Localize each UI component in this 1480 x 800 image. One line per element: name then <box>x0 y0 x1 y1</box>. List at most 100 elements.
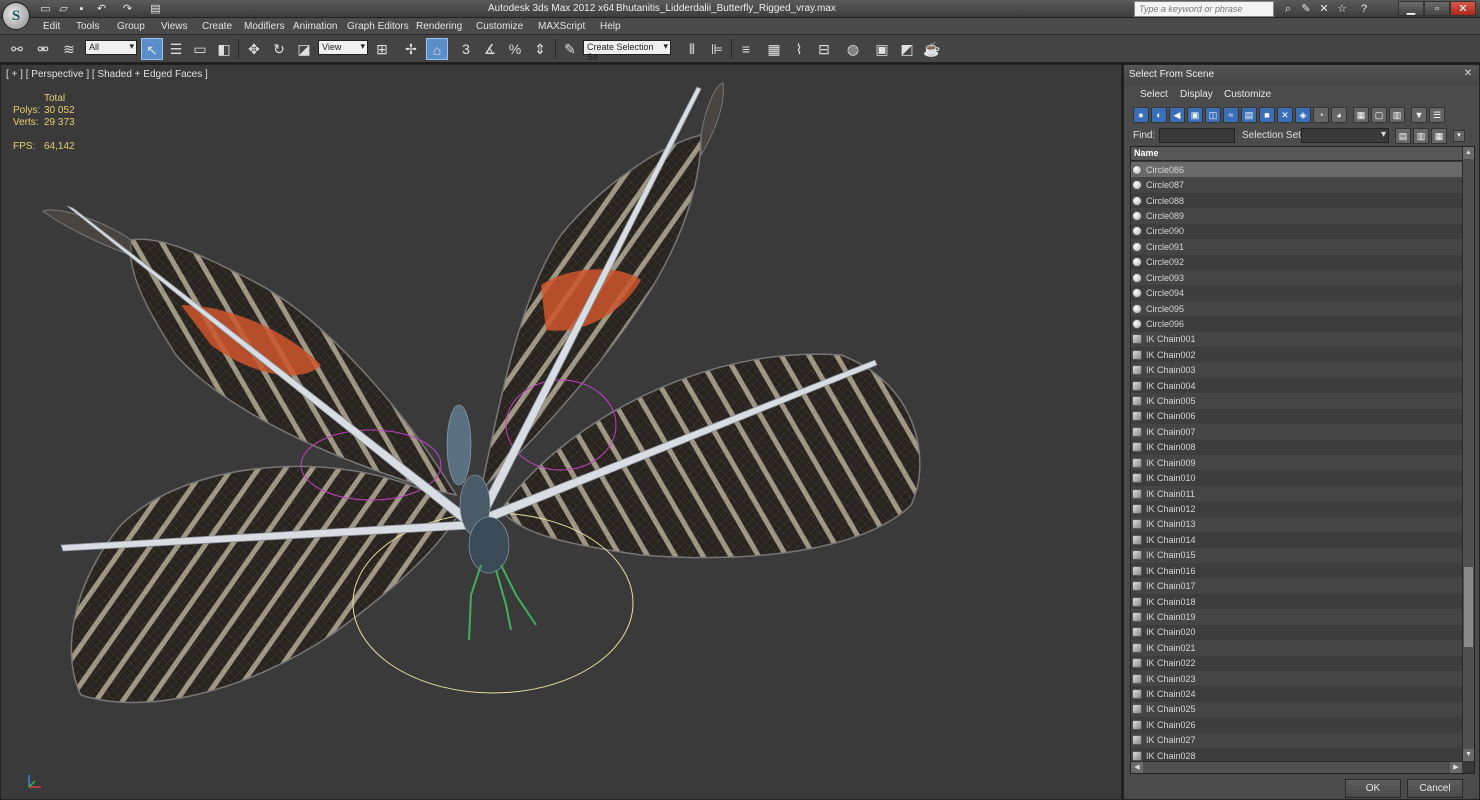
align-icon[interactable]: ⊫ <box>706 38 728 60</box>
menu-create[interactable]: Create <box>202 21 232 32</box>
render-setup-icon[interactable]: ▣ <box>871 38 893 60</box>
subscription-icon[interactable]: ✕ <box>1316 2 1332 16</box>
list-item[interactable]: IK Chain024 <box>1131 686 1462 702</box>
rectangular-selection-icon[interactable]: ▭ <box>189 38 211 60</box>
rotate-icon[interactable]: ↻ <box>268 38 290 60</box>
menu-modifiers[interactable]: Modifiers <box>244 21 285 32</box>
list-item[interactable]: Circle091 <box>1131 239 1462 255</box>
app-logo[interactable]: S <box>2 2 30 30</box>
filter-funnel-icon[interactable]: ▼ <box>1411 107 1427 123</box>
dialog-menu-customize[interactable]: Customize <box>1224 89 1271 100</box>
schematic-view-icon[interactable]: ⊟ <box>813 38 835 60</box>
filter-lights-icon[interactable]: ◀ <box>1169 107 1185 123</box>
bind-space-warp-icon[interactable]: ≋ <box>58 38 80 60</box>
new-file-icon[interactable]: ▭ <box>38 2 53 16</box>
open-file-icon[interactable]: ▱ <box>56 2 71 16</box>
filter-frozen-icon[interactable]: ◔ <box>1313 107 1329 123</box>
find-input[interactable] <box>1159 128 1235 143</box>
menu-rendering[interactable]: Rendering <box>416 21 462 32</box>
butterfly-model[interactable] <box>1 65 1122 800</box>
menu-customize[interactable]: Customize <box>476 21 523 32</box>
filter-groups-icon[interactable]: ▤ <box>1241 107 1257 123</box>
unlink-icon[interactable]: ⚮ <box>32 38 54 60</box>
spinner-snap-icon[interactable]: ⇕ <box>529 38 551 60</box>
list-item[interactable]: IK Chain025 <box>1131 701 1462 718</box>
filter-space-warps-icon[interactable]: ≈ <box>1223 107 1239 123</box>
list-item[interactable]: IK Chain010 <box>1131 470 1462 486</box>
maximize-button[interactable]: ▫ <box>1424 1 1450 16</box>
list-item[interactable]: IK Chain001 <box>1131 331 1462 348</box>
list-item[interactable]: IK Chain014 <box>1131 532 1462 548</box>
filter-cameras-icon[interactable]: ▣ <box>1187 107 1203 123</box>
select-none-icon[interactable]: ▥ <box>1413 128 1429 144</box>
project-folder-icon[interactable]: ▤ <box>148 2 163 16</box>
filter-containers-icon[interactable]: ◈ <box>1295 107 1311 123</box>
menu-tools[interactable]: Tools <box>76 21 99 32</box>
close-window-button[interactable]: ✕ <box>1450 1 1476 16</box>
snaps-toggle-icon[interactable]: 3 <box>455 38 477 60</box>
scroll-left-arrow-icon[interactable]: ◀ <box>1131 762 1143 773</box>
redo-icon[interactable]: ↷ <box>120 2 135 16</box>
list-item[interactable]: IK Chain023 <box>1131 670 1462 687</box>
list-item[interactable]: IK Chain002 <box>1131 347 1462 363</box>
list-item[interactable]: IK Chain020 <box>1131 624 1462 641</box>
list-item[interactable]: Circle096 <box>1131 316 1462 332</box>
selection-filter-dropdown[interactable]: All <box>85 40 137 55</box>
angle-snap-icon[interactable]: ∡ <box>479 38 501 60</box>
list-item[interactable]: Circle090 <box>1131 223 1462 240</box>
selection-set-dropdown[interactable] <box>1301 128 1389 143</box>
reference-coordinate-dropdown[interactable]: View <box>318 40 368 55</box>
list-item[interactable]: IK Chain004 <box>1131 377 1462 394</box>
scroll-down-arrow-icon[interactable]: ▼ <box>1463 749 1474 761</box>
list-item[interactable]: IK Chain017 <box>1131 578 1462 594</box>
filter-options-icon[interactable]: ☰ <box>1429 107 1445 123</box>
vertical-scrollbar[interactable]: ▲ ▼ <box>1462 147 1474 761</box>
pivot-center-icon[interactable]: ⊞ <box>371 38 393 60</box>
undo-icon[interactable]: ↶ <box>94 2 109 16</box>
scale-icon[interactable]: ◪ <box>293 38 315 60</box>
curve-editor-icon[interactable]: ⌇ <box>788 38 810 60</box>
menu-maxscript[interactable]: MAXScript <box>538 21 585 32</box>
mirror-icon[interactable]: ⫴ <box>681 38 703 60</box>
link-icon[interactable]: ⚯ <box>6 38 28 60</box>
tools-icon[interactable]: ✎ <box>1298 2 1314 16</box>
display-all-icon[interactable]: ▦ <box>1353 107 1369 123</box>
select-manipulate-icon[interactable]: ✢ <box>400 38 422 60</box>
menu-help[interactable]: Help <box>600 21 621 32</box>
display-invert-icon[interactable]: ▥ <box>1389 107 1405 123</box>
list-item[interactable]: IK Chain012 <box>1131 501 1462 517</box>
binoculars-icon[interactable]: ⌕ <box>1280 2 1296 16</box>
list-item[interactable]: IK Chain018 <box>1131 593 1462 610</box>
search-input[interactable]: Type a keyword or phrase <box>1134 1 1274 17</box>
menu-views[interactable]: Views <box>161 21 188 32</box>
select-all-icon[interactable]: ▤ <box>1395 128 1411 144</box>
column-header-name[interactable]: Name <box>1131 147 1462 161</box>
list-item[interactable]: Circle089 <box>1131 208 1462 224</box>
rendered-frame-window-icon[interactable]: ◩ <box>896 38 918 60</box>
render-teapot-icon[interactable]: ☕ <box>921 38 943 60</box>
material-editor-icon[interactable]: ◍ <box>842 38 864 60</box>
filter-bones-icon[interactable]: ✕ <box>1277 107 1293 123</box>
save-icon[interactable]: ▪ <box>74 2 89 16</box>
list-item[interactable]: Circle093 <box>1131 269 1462 286</box>
list-item[interactable]: IK Chain015 <box>1131 547 1462 563</box>
list-item[interactable]: IK Chain005 <box>1131 393 1462 409</box>
cancel-button[interactable]: Cancel <box>1407 779 1463 798</box>
list-item[interactable]: IK Chain006 <box>1131 408 1462 425</box>
favorites-star-icon[interactable]: ☆ <box>1334 2 1350 16</box>
keyboard-shortcut-override-icon[interactable]: ⌂ <box>426 38 448 60</box>
filter-geometry-icon[interactable]: ● <box>1133 107 1149 123</box>
list-item[interactable]: Circle092 <box>1131 254 1462 270</box>
list-item[interactable]: IK Chain021 <box>1131 640 1462 656</box>
dialog-close-icon[interactable]: ✕ <box>1462 68 1474 80</box>
scroll-right-arrow-icon[interactable]: ▶ <box>1450 762 1462 773</box>
list-item[interactable]: IK Chain016 <box>1131 562 1462 579</box>
list-item[interactable]: IK Chain011 <box>1131 485 1462 502</box>
menu-animation[interactable]: Animation <box>293 21 337 32</box>
dialog-menu-select[interactable]: Select <box>1140 89 1168 100</box>
dialog-menu-display[interactable]: Display <box>1180 89 1213 100</box>
ok-button[interactable]: OK <box>1345 779 1401 798</box>
dialog-title-bar[interactable]: Select From Scene ✕ <box>1124 65 1479 85</box>
options-chevron-icon[interactable]: ▾ <box>1453 130 1465 142</box>
list-item[interactable]: IK Chain009 <box>1131 455 1462 471</box>
